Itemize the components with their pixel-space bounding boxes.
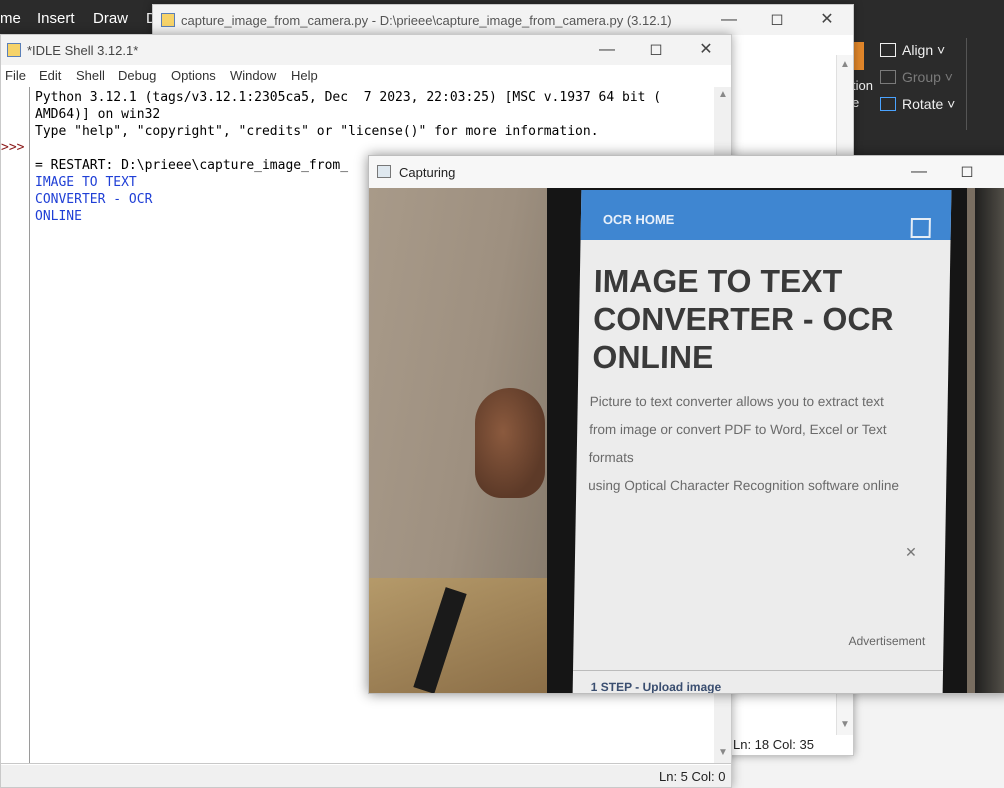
rotate-label: Rotate ˅ [902, 96, 956, 112]
menu-debug[interactable]: Debug [118, 68, 156, 83]
phone-edge [975, 188, 1004, 693]
headline-line: IMAGE TO TEXT [593, 263, 843, 299]
advertisement-label: Advertisement [848, 634, 926, 648]
screen-divider [573, 670, 944, 671]
ribbon-arrange-panel: tion e Align ˅ Group ˅ Rotate ˅ [852, 38, 1004, 156]
cursor-position: Ln: 5 Col: 0 [659, 769, 726, 784]
shell-gutter [1, 87, 30, 763]
app-bar-title: OCR HOME [602, 212, 675, 227]
menu-options[interactable]: Options [171, 68, 216, 83]
finger [475, 388, 545, 498]
app-bar: OCR HOME [580, 190, 952, 240]
phone-screen: OCR HOME IMAGE TO TEXT CONVERTER - OCR O… [572, 190, 952, 693]
maximize-icon[interactable]: ◻ [646, 40, 666, 60]
shell-status-bar: Ln: 5 Col: 0 [1, 765, 731, 787]
python-file-icon [161, 13, 175, 27]
align-label: Align ˅ [902, 42, 946, 58]
ribbon-tab-insert[interactable]: Insert [37, 10, 75, 27]
scroll-up-icon[interactable]: ▲ [840, 59, 850, 70]
menu-shell[interactable]: Shell [76, 68, 105, 83]
ad-close-icon: ✕ [904, 544, 917, 560]
group-label: Group ˅ [902, 69, 953, 85]
idle-titlebar[interactable]: *IDLE Shell 3.12.1* — ◻ ✕ [1, 35, 731, 65]
group-button[interactable]: Group ˅ [880, 69, 953, 85]
menu-edit[interactable]: Edit [39, 68, 61, 83]
shell-divider [1, 763, 731, 764]
capturing-titlebar[interactable]: Capturing — ◻ [369, 156, 1004, 188]
ribbon-tab-home[interactable]: me [0, 10, 21, 27]
shell-line: AMD64)] on win32 [35, 107, 161, 122]
ribbon-tab-draw[interactable]: Draw [93, 10, 128, 27]
menu-window[interactable]: Window [230, 68, 276, 83]
description-line: using Optical Character Recognition soft… [588, 478, 900, 493]
description-line: formats [588, 450, 634, 465]
description-line: Picture to text converter allows you to … [589, 394, 884, 409]
shell-line: Type "help", "copyright", "credits" or "… [35, 124, 599, 139]
menu-file[interactable]: File [5, 68, 26, 83]
rotate-icon [880, 97, 896, 111]
ribbon-divider [966, 38, 967, 130]
step-label: 1 STEP - Upload image [590, 680, 722, 693]
menu-help[interactable]: Help [291, 68, 318, 83]
editor-title: capture_image_from_camera.py - D:\prieee… [181, 13, 672, 28]
minimize-icon[interactable]: — [719, 10, 739, 30]
description-line: from image or convert PDF to Word, Excel… [589, 422, 887, 437]
scroll-up-icon[interactable]: ▲ [718, 89, 728, 100]
headline-line: ONLINE [592, 339, 714, 375]
window-icon [377, 165, 391, 178]
group-icon [880, 70, 896, 84]
python-shell-icon [7, 43, 21, 57]
capturing-window[interactable]: Capturing — ◻ OCR HOME IMAGE TO TEXT CON… [368, 155, 1004, 694]
align-button[interactable]: Align ˅ [880, 42, 945, 58]
scroll-down-icon[interactable]: ▼ [840, 719, 850, 730]
scroll-down-icon[interactable]: ▼ [718, 747, 728, 758]
shell-line: Python 3.12.1 (tags/v3.12.1:2305ca5, Dec… [35, 90, 662, 105]
camera-frame: OCR HOME IMAGE TO TEXT CONVERTER - OCR O… [369, 188, 1004, 693]
shell-prompt: >>> [1, 140, 25, 155]
idle-title: *IDLE Shell 3.12.1* [27, 43, 139, 58]
idle-menubar: File Edit Shell Debug Options Window Hel… [1, 66, 731, 86]
ribbon-partial-label: tion [852, 78, 873, 93]
app-bar-square-icon [910, 218, 931, 238]
minimize-icon[interactable]: — [597, 40, 617, 60]
maximize-icon[interactable]: ◻ [767, 10, 787, 30]
minimize-icon[interactable]: — [909, 162, 929, 182]
rotate-button[interactable]: Rotate ˅ [880, 96, 955, 112]
close-icon[interactable]: ✕ [696, 40, 716, 60]
headline-line: CONVERTER - OCR [592, 301, 894, 337]
maximize-icon[interactable]: ◻ [957, 162, 977, 182]
ocr-description: Picture to text converter allows you to … [588, 388, 942, 500]
capturing-title: Capturing [399, 165, 456, 180]
ocr-headline: IMAGE TO TEXT CONVERTER - OCR ONLINE [592, 262, 944, 376]
close-icon[interactable]: ✕ [817, 10, 837, 30]
editor-titlebar[interactable]: capture_image_from_camera.py - D:\prieee… [153, 5, 853, 35]
align-icon [880, 43, 896, 57]
editor-status-bar: Ln: 18 Col: 35 [733, 737, 814, 752]
